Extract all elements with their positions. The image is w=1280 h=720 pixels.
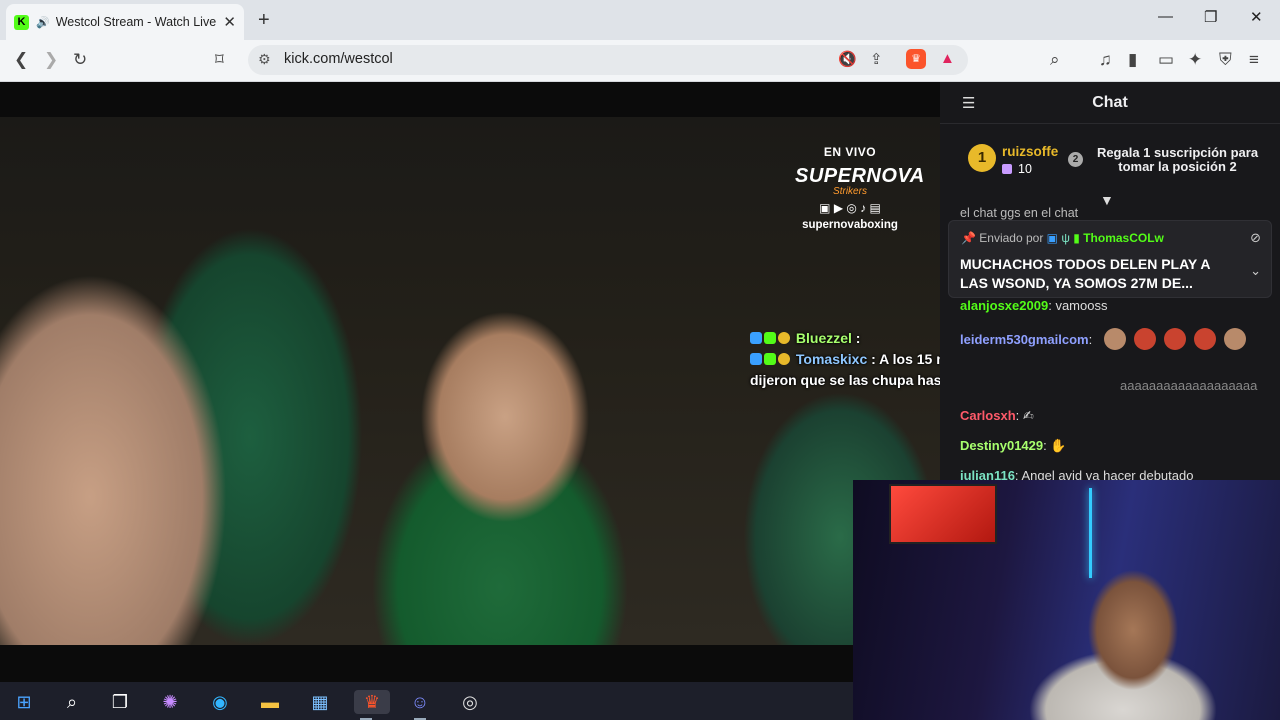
windows-taskbar: ⊞ ⌕ ❐ ✺ ◉ ▬ ▦ ♛ ☺ ◎ <box>0 682 853 720</box>
led-light <box>1089 488 1092 578</box>
live-label: EN VIVO <box>823 145 877 159</box>
badge-icon <box>778 353 790 365</box>
overlay-message: : <box>855 330 861 346</box>
pinned-username[interactable]: ThomasCOLw <box>1083 231 1164 245</box>
forward-icon[interactable]: ❯ <box>44 50 58 70</box>
chat-message: Carlosxh: ✍ <box>960 408 1034 423</box>
emote-icon <box>1103 328 1126 350</box>
gift-promo-text[interactable]: Regala 1 suscripción para tomar la posic… <box>1090 146 1265 174</box>
kick-favicon-icon: K <box>14 14 29 30</box>
mute-icon[interactable]: 🔇 <box>838 50 857 68</box>
share-icon[interactable]: ⇪ <box>870 50 883 68</box>
social-handle: supernovaboxing <box>802 219 898 231</box>
search-icon[interactable]: ⌕ <box>60 690 84 714</box>
pinned-by: 📌 Enviado por ▣ ψ ▮ ThomasCOLw <box>961 231 1164 245</box>
webcam-overlay <box>853 480 1280 720</box>
media-icon[interactable]: ♫ <box>1099 50 1112 70</box>
emote-icon <box>1193 328 1216 350</box>
badge-icon <box>778 332 790 344</box>
discord-icon[interactable]: ☺ <box>408 690 432 720</box>
reload-icon[interactable]: ↻ <box>73 50 87 70</box>
browser-tab[interactable]: K 🔊 Westcol Stream - Watch Live ✕ <box>6 4 244 40</box>
rank2-medal-icon: 2 <box>1068 152 1083 167</box>
badge-icon <box>764 353 776 365</box>
wallet-icon[interactable]: ▭ <box>1158 50 1174 70</box>
new-tab-icon[interactable]: + <box>258 9 270 32</box>
gift-leaderboard[interactable]: 1 ruizsoffe 10 2 Regala 1 suscripción pa… <box>940 132 1280 192</box>
windows-start-icon[interactable]: ⊞ <box>12 690 36 714</box>
chat-header: ☰ Chat <box>940 82 1280 124</box>
speaker-icon[interactable]: 🔊 <box>36 16 50 29</box>
expand-pin-icon[interactable]: ⌄ <box>1250 263 1261 279</box>
close-window-icon[interactable]: ✕ <box>1250 8 1263 26</box>
chat-username[interactable]: Carlosxh <box>960 408 1016 423</box>
overlay-username: Bluezzel <box>795 330 852 346</box>
background-tv <box>889 484 997 544</box>
broadcast-logo: EN VIVO SUPERNOVA Strikers ▣ ▶ ◎ ♪ ▤ sup… <box>795 145 925 231</box>
back-icon[interactable]: ❮ <box>14 50 28 70</box>
chat-message: aaaaaaaaaaaaaaaaaaa <box>1120 378 1258 393</box>
emote-icon <box>1163 328 1186 350</box>
chat-username[interactable]: Destiny01429 <box>960 438 1043 453</box>
chat-username[interactable]: leiderm530gmailcom <box>960 332 1089 347</box>
gift-count: 10 <box>1002 162 1032 176</box>
restore-icon[interactable]: ❐ <box>1204 8 1217 26</box>
pinned-text: MUCHACHOS TODOS DELEN PLAY A LAS WSOND, … <box>960 256 1210 291</box>
chat-username[interactable]: alanjosxe2009 <box>960 298 1048 313</box>
tab-search-icon[interactable]: ⌕ <box>1050 50 1060 70</box>
badge-icon <box>764 332 776 344</box>
minimize-icon[interactable]: — <box>1158 8 1173 25</box>
leo-ai-icon[interactable]: ✦ <box>1188 50 1202 70</box>
browser-tab-strip: K 🔊 Westcol Stream - Watch Live ✕ + — ❐ … <box>0 0 1280 40</box>
menu-icon[interactable]: ≡ <box>1249 50 1259 70</box>
bookmark-icon[interactable]: ⌑ <box>215 50 224 70</box>
store-icon[interactable]: ▦ <box>308 690 332 714</box>
emote-icon <box>1223 328 1246 350</box>
badge-icon <box>750 332 762 344</box>
address-bar[interactable]: ⚙ kick.com/westcol 🔇 ⇪ ♛ ▲ <box>248 45 968 75</box>
expand-leaderboard-icon[interactable]: ▼ <box>1100 192 1114 208</box>
chat-message: alanjosxe2009: vamooss <box>960 298 1108 313</box>
tab-title: Westcol Stream - Watch Live <box>55 15 217 29</box>
chat-message: leiderm530gmailcom: <box>960 328 1246 350</box>
brave-shields-icon[interactable]: ♛ <box>906 49 926 69</box>
sidebar-icon[interactable]: ▮ <box>1128 50 1137 70</box>
brave-rewards-icon[interactable]: ▲ <box>940 50 955 67</box>
edge-icon[interactable]: ◉ <box>208 690 232 714</box>
chat-message-faded: el chat ggs en el chat <box>960 206 1079 220</box>
brave-taskbar-icon[interactable]: ♛ <box>354 690 390 720</box>
task-view-icon[interactable]: ❐ <box>108 690 132 714</box>
overlay-username: Tomaskixc <box>795 351 868 367</box>
close-tab-icon[interactable]: ✕ <box>223 13 236 31</box>
file-explorer-icon[interactable]: ▬ <box>258 690 282 714</box>
rank-medal-icon: 1 <box>968 144 996 172</box>
obs-icon[interactable]: ◎ <box>458 690 482 714</box>
site-settings-icon[interactable]: ⚙ <box>258 51 271 68</box>
chat-title: Chat <box>1092 94 1128 111</box>
gift-icon <box>1002 164 1012 174</box>
hide-pin-icon[interactable]: ⊘ <box>1250 230 1261 246</box>
brand-logo: SUPERNOVA <box>795 165 925 187</box>
copilot-icon[interactable]: ✺ <box>158 690 182 714</box>
pinned-message[interactable]: 📌 Enviado por ▣ ψ ▮ ThomasCOLw ⊘ MUCHACH… <box>948 220 1272 298</box>
browser-toolbar: ❮ ❯ ↻ ⌑ ⚙ kick.com/westcol 🔇 ⇪ ♛ ▲ ⌕ ♫ ▮… <box>0 40 1280 82</box>
vpn-icon[interactable]: ⛨ <box>1219 50 1232 70</box>
emote-icon <box>1133 328 1156 350</box>
social-icons: ▣ ▶ ◎ ♪ ▤ <box>819 201 881 215</box>
chat-message: Destiny01429: ✋ <box>960 438 1067 453</box>
emote-icon: ✍ <box>1022 408 1034 423</box>
emote-icon: ✋ <box>1050 438 1067 453</box>
leader-username[interactable]: ruizsoffe <box>1002 144 1058 159</box>
badge-icon <box>750 353 762 365</box>
url-text[interactable]: kick.com/westcol <box>284 51 393 67</box>
